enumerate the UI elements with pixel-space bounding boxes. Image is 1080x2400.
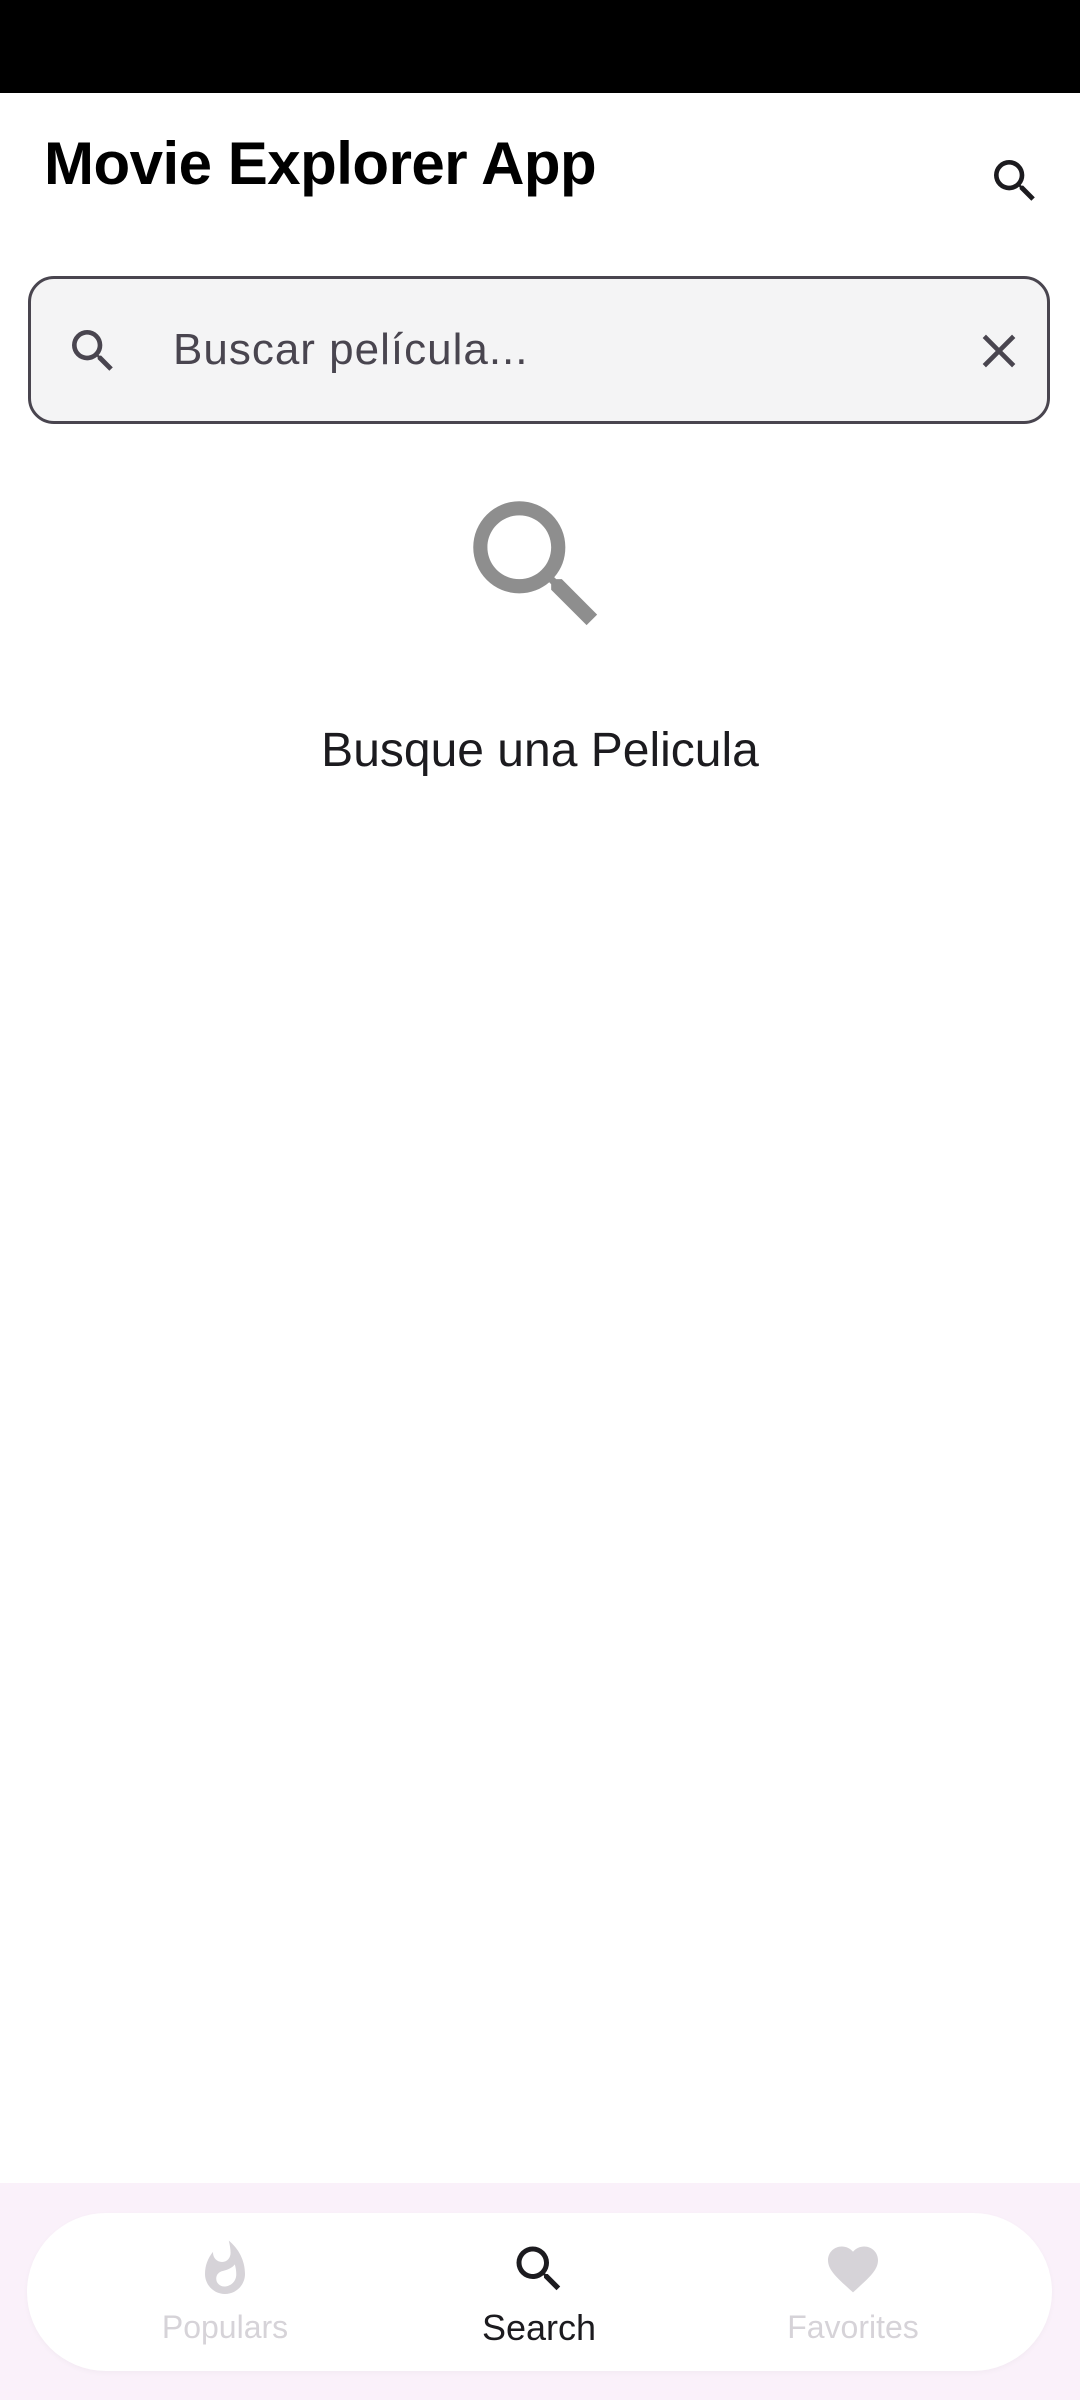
clear-button[interactable] — [961, 313, 1037, 389]
app-bar: Movie Explorer App — [0, 93, 1080, 243]
search-icon — [473, 501, 598, 626]
empty-state-message: Busque una Pelicula — [321, 724, 759, 777]
nav-item-favorites[interactable]: Favorites — [683, 2213, 1023, 2371]
search-field[interactable] — [28, 276, 1050, 424]
nav-label-favorites: Favorites — [787, 2309, 919, 2345]
nav-item-populars[interactable]: Populars — [55, 2213, 395, 2371]
content: Busque una Pelicula — [0, 243, 1080, 2183]
search-input[interactable] — [171, 299, 955, 401]
app-title: Movie Explorer App — [44, 130, 597, 197]
screen: Movie Explorer App Busque una Pelicula — [0, 0, 1080, 2400]
status-bar — [0, 0, 1080, 93]
close-icon — [982, 334, 1016, 368]
nav-pill: Populars Search Favorites — [27, 2213, 1052, 2371]
nav-label-search: Search — [481, 2307, 597, 2348]
nav-label-populars: Populars — [161, 2309, 289, 2345]
search-icon — [72, 330, 113, 371]
heart-icon — [828, 2246, 878, 2293]
appbar-search-button[interactable] — [975, 141, 1055, 221]
search-icon — [994, 160, 1035, 201]
flame-icon — [205, 2240, 245, 2294]
search-icon — [516, 2246, 561, 2291]
nav-item-search[interactable]: Search — [369, 2213, 709, 2371]
bottom-navigation: Populars Search Favorites — [0, 2183, 1080, 2400]
